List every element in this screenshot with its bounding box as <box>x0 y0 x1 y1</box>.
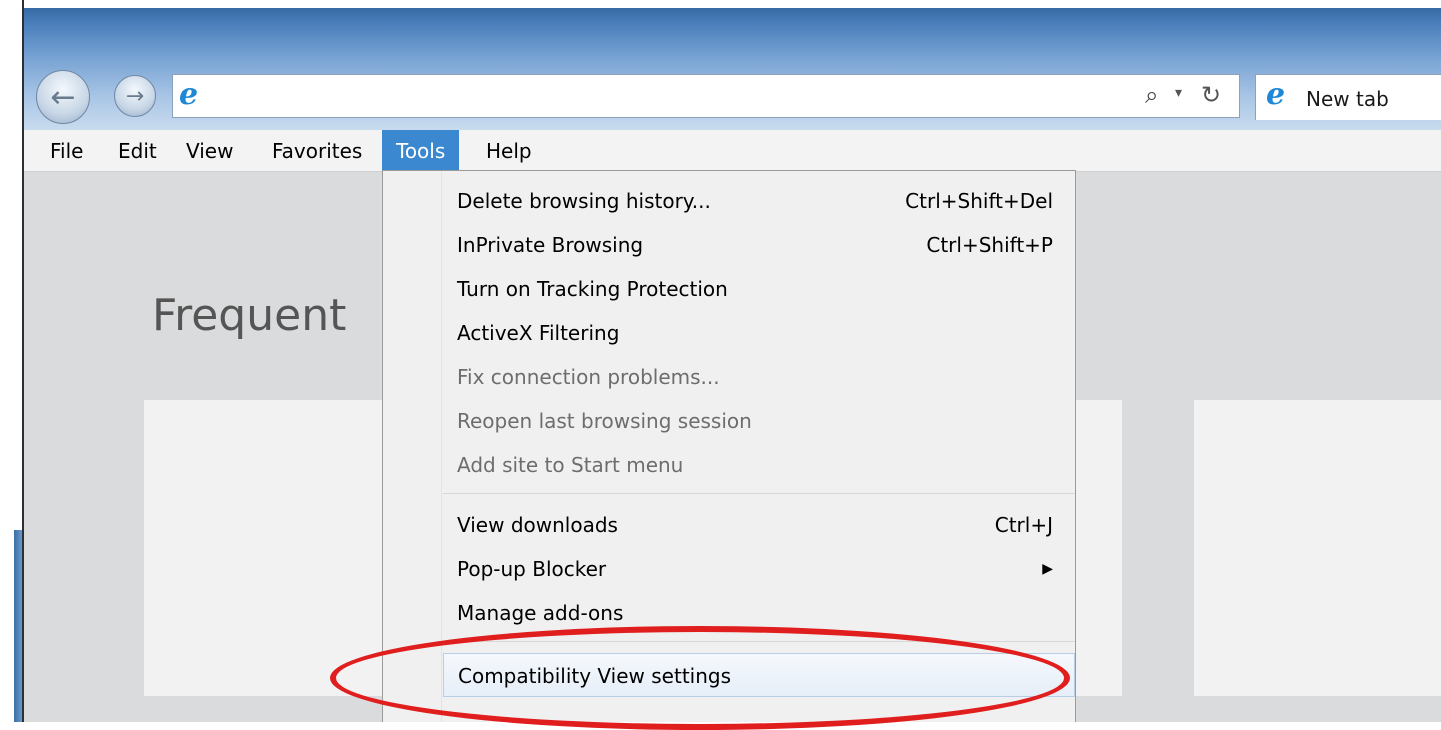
menu-edit[interactable]: Edit <box>104 130 171 172</box>
address-dropdown-icon[interactable]: ▾ <box>1175 85 1182 101</box>
tab-new-tab[interactable]: e New tab <box>1255 74 1441 120</box>
menu-tools[interactable]: Tools <box>382 130 460 172</box>
menu-item-reopen-last-session: Reopen last browsing session <box>443 399 1075 443</box>
menu-item-label: Pop-up Blocker <box>457 557 607 581</box>
title-bar-top-edge <box>24 0 1441 8</box>
address-bar[interactable]: e ⌕ ▾ ↻ <box>172 74 1240 118</box>
submenu-arrow-icon: ▶ <box>1042 561 1053 577</box>
menu-item-label: ActiveX Filtering <box>457 321 620 345</box>
menu-item-add-site-to-start-menu: Add site to Start menu <box>443 443 1075 487</box>
menu-item-label: Reopen last browsing session <box>457 409 752 433</box>
menu-separator <box>443 493 1075 494</box>
menu-favorites[interactable]: Favorites <box>258 130 376 172</box>
menu-view[interactable]: View <box>172 130 247 172</box>
forward-button[interactable]: → <box>114 75 156 117</box>
menu-item-shortcut: Ctrl+Shift+Del <box>905 189 1053 213</box>
menu-icon-gutter <box>383 171 442 722</box>
search-icon[interactable]: ⌕ <box>1145 81 1158 109</box>
menu-item-label: Turn on Tracking Protection <box>457 277 728 301</box>
menu-item-label: Add site to Start menu <box>457 453 684 477</box>
annotation-highlight-circle <box>330 626 1070 730</box>
menu-help[interactable]: Help <box>472 130 546 172</box>
menu-item-popup-blocker[interactable]: Pop-up Blocker ▶ <box>443 547 1075 591</box>
title-bar: ← → e ⌕ ▾ ↻ e New tab <box>24 0 1441 130</box>
menu-item-shortcut: Ctrl+J <box>994 513 1053 537</box>
ie-logo-icon: e <box>179 77 199 112</box>
menu-item-label: View downloads <box>457 513 618 537</box>
forward-arrow-icon: → <box>125 83 145 109</box>
menu-item-view-downloads[interactable]: View downloads Ctrl+J <box>443 503 1075 547</box>
menu-item-activex-filtering[interactable]: ActiveX Filtering <box>443 311 1075 355</box>
menu-file[interactable]: File <box>36 130 97 172</box>
tab-ie-logo-icon: e <box>1266 77 1286 112</box>
refresh-icon[interactable]: ↻ <box>1201 81 1221 109</box>
menu-item-fix-connection-problems: Fix connection problems... <box>443 355 1075 399</box>
frequent-site-tile[interactable] <box>1194 400 1441 696</box>
browser-window: ← → e ⌕ ▾ ↻ e New tab File Edit View Fav… <box>22 0 1441 722</box>
menu-bar: File Edit View Favorites Tools Help <box>24 130 1441 172</box>
menu-item-tracking-protection[interactable]: Turn on Tracking Protection <box>443 267 1075 311</box>
menu-item-label: Delete browsing history... <box>457 189 711 213</box>
menu-item-label: Fix connection problems... <box>457 365 720 389</box>
menu-item-delete-browsing-history[interactable]: Delete browsing history... Ctrl+Shift+De… <box>443 179 1075 223</box>
back-arrow-icon: ← <box>50 79 76 115</box>
menu-item-inprivate-browsing[interactable]: InPrivate Browsing Ctrl+Shift+P <box>443 223 1075 267</box>
desktop-background-strip <box>14 530 22 722</box>
frequent-heading: Frequent <box>152 290 347 341</box>
menu-item-label: InPrivate Browsing <box>457 233 644 257</box>
menu-item-shortcut: Ctrl+Shift+P <box>926 233 1053 257</box>
tab-label: New tab <box>1306 87 1389 111</box>
outer-desktop-edge <box>0 0 22 722</box>
back-button[interactable]: ← <box>36 70 90 124</box>
